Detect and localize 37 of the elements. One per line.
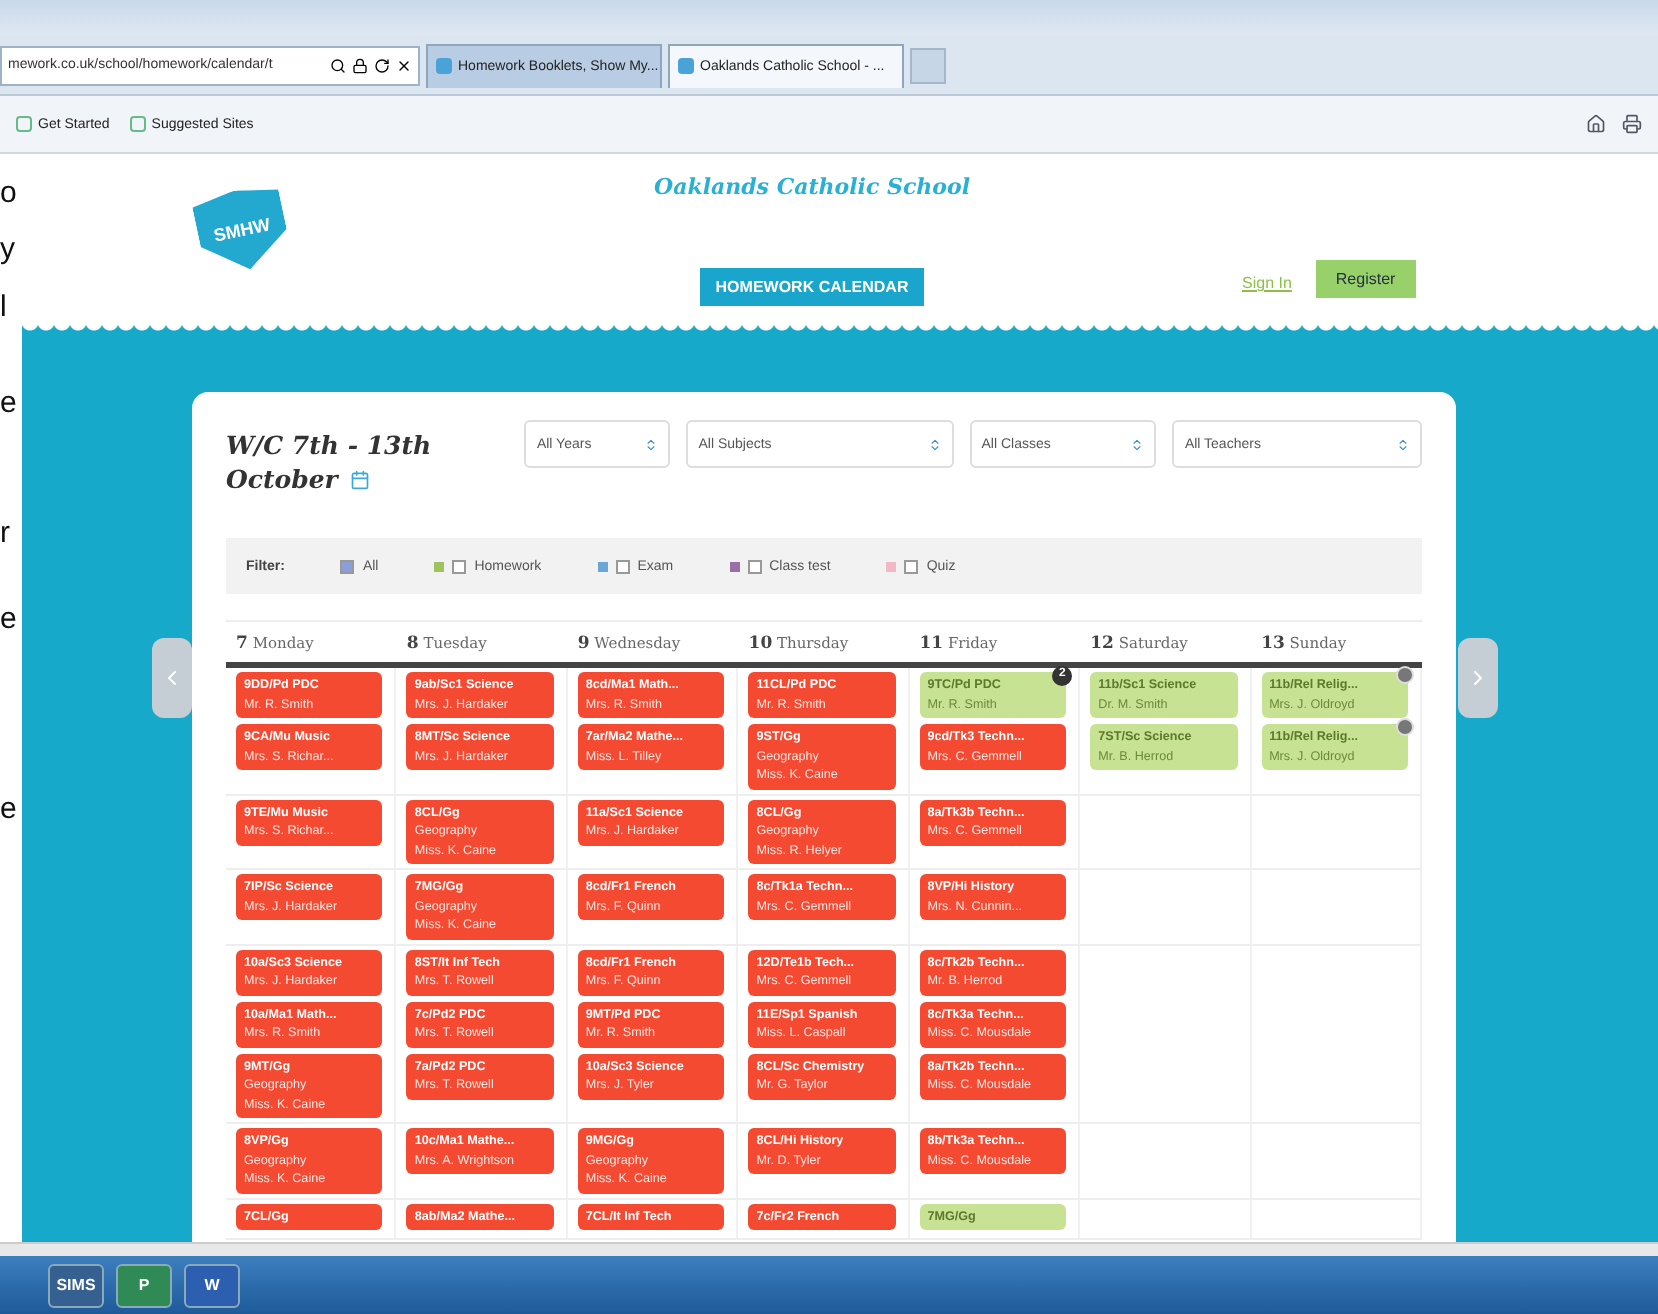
updown-icon xyxy=(927,437,942,451)
taskbar-app[interactable]: W xyxy=(184,1263,240,1307)
taskbar-app[interactable]: P xyxy=(116,1263,172,1307)
page-icon xyxy=(678,58,694,74)
document-letter: y xyxy=(0,234,17,266)
checkbox[interactable] xyxy=(340,559,355,573)
updown-icon xyxy=(644,437,659,451)
document-letter: l xyxy=(0,292,9,324)
search-icon[interactable] xyxy=(330,57,346,73)
week-title: W/C 7th - 13th xyxy=(226,428,434,462)
updown-icon xyxy=(1130,437,1145,451)
taskbar-app[interactable]: SIMS xyxy=(48,1263,104,1307)
updown-icon xyxy=(1396,437,1410,451)
checkbox[interactable] xyxy=(452,559,467,573)
lock-icon xyxy=(352,57,368,73)
next-week-button[interactable] xyxy=(1458,638,1498,718)
document-letter: e xyxy=(0,604,19,636)
new-tab-button[interactable] xyxy=(910,47,946,83)
printer-icon[interactable] xyxy=(1622,114,1642,134)
document-letter: e xyxy=(0,388,19,420)
calendar-icon[interactable] xyxy=(349,469,370,489)
page-icon xyxy=(436,58,452,74)
checkbox[interactable] xyxy=(904,559,919,573)
home-icon[interactable] xyxy=(1586,114,1606,134)
homework-calendar-button[interactable]: HOMEWORK CALENDAR xyxy=(699,268,925,306)
document-letter: o xyxy=(0,178,19,210)
document-letter: e xyxy=(0,794,19,826)
school-name: Oaklands Catholic School xyxy=(653,174,971,200)
sign-in-link[interactable]: Sign In xyxy=(1242,274,1292,292)
register-button[interactable]: Register xyxy=(1315,260,1416,298)
week-title: October xyxy=(226,462,338,496)
document-letter: r xyxy=(0,518,12,550)
checkbox[interactable] xyxy=(747,559,762,573)
previous-week-button[interactable] xyxy=(152,638,192,718)
close-icon[interactable] xyxy=(396,57,412,73)
checkbox[interactable] xyxy=(615,559,630,573)
refresh-icon[interactable] xyxy=(374,57,390,73)
